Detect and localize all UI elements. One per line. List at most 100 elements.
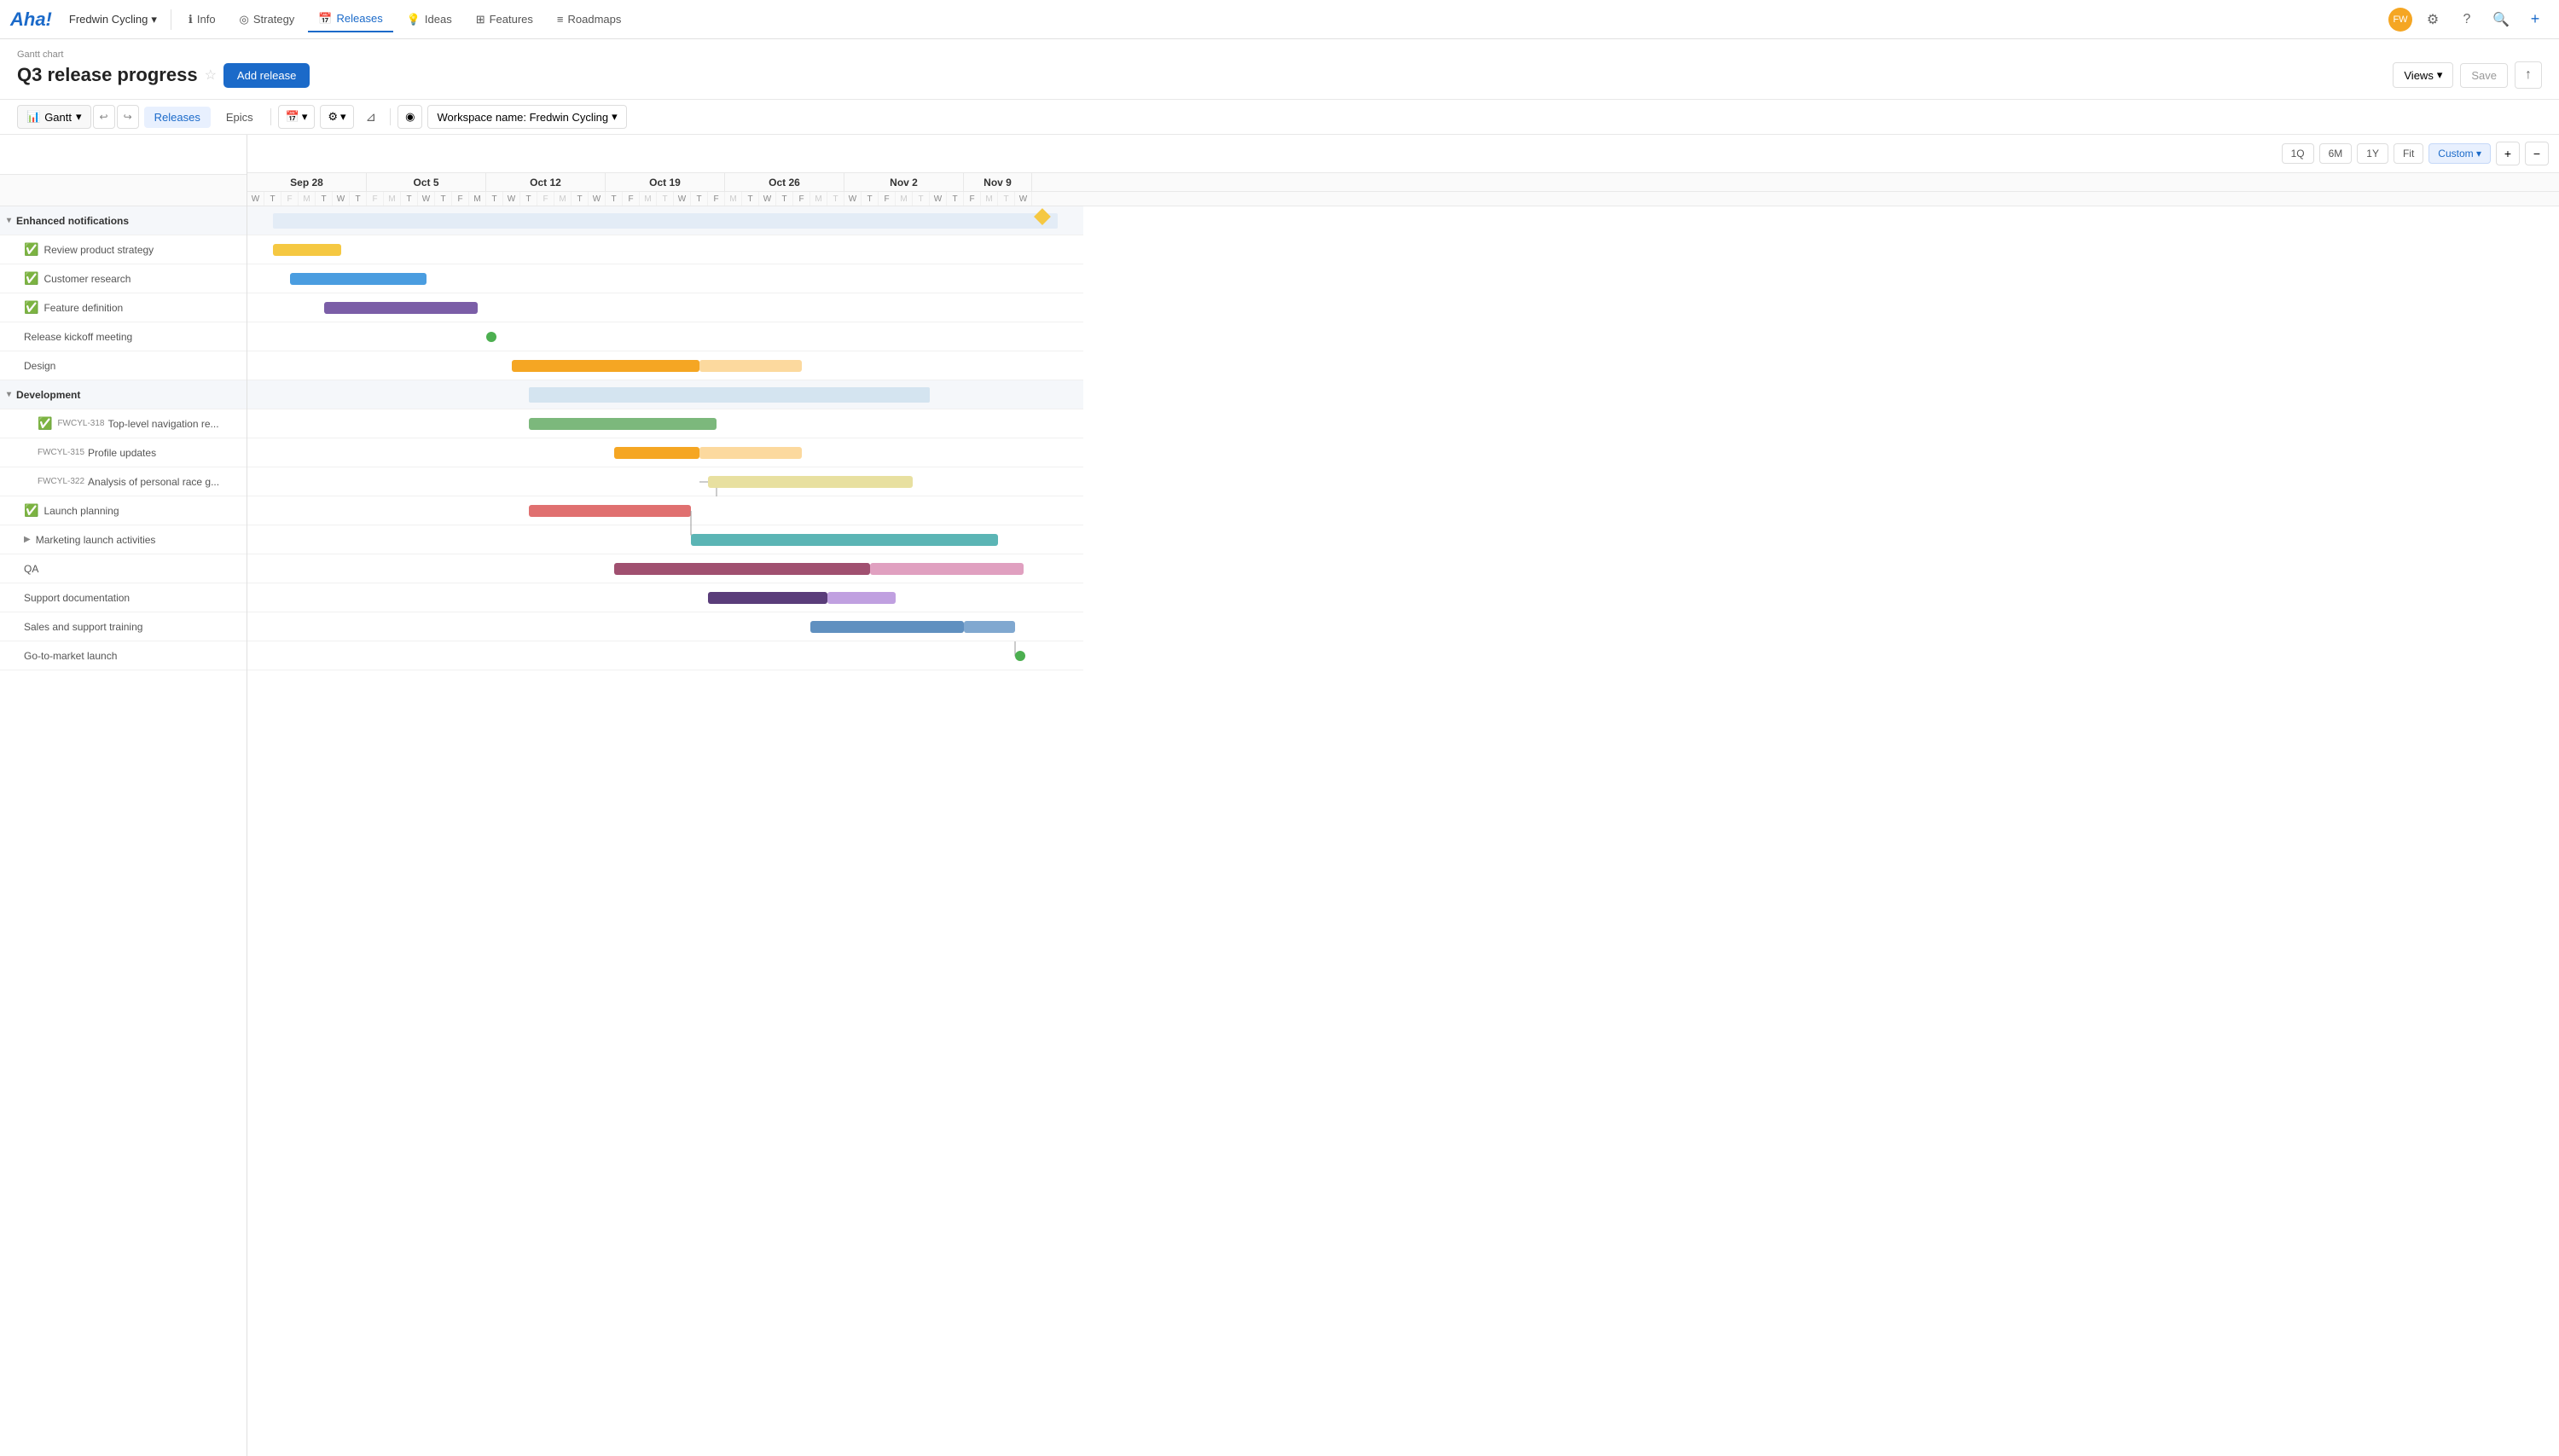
bar-qa-solid[interactable] (614, 563, 870, 575)
bar-review-product-strategy[interactable] (273, 244, 341, 256)
settings-options-button[interactable]: ⚙ ▾ (320, 105, 353, 129)
save-button[interactable]: Save (2460, 63, 2508, 88)
row-launch-planning[interactable]: ✅ Launch planning (0, 496, 247, 525)
epics-tab[interactable]: Epics (216, 107, 264, 128)
row-qa[interactable]: QA (0, 554, 247, 583)
search-icon[interactable]: 🔍 (2487, 6, 2515, 33)
feature-id: FWCYL-322 (38, 477, 84, 486)
milestone-kickoff[interactable] (486, 332, 496, 342)
day-cell: W (418, 192, 435, 206)
bar-fwcyl-315-light[interactable] (699, 447, 802, 459)
bar-design-solid[interactable] (512, 360, 699, 372)
bar-marketing-launch[interactable] (691, 534, 998, 546)
time-6m-button[interactable]: 6M (2319, 143, 2353, 164)
zoom-in-button[interactable]: + (2496, 142, 2520, 165)
row-design[interactable]: Design (0, 351, 247, 380)
releases-tab[interactable]: Releases (144, 107, 211, 128)
row-fwcyl-315[interactable]: FWCYL-315 Profile updates (0, 438, 247, 467)
collapse-icon[interactable]: ▾ (7, 216, 11, 225)
t-row-customer-research (247, 264, 1083, 293)
nav-features[interactable]: ⊞ Features (466, 8, 543, 32)
title-row: Q3 release progress ☆ Add release Views … (17, 61, 2542, 89)
row-review-product-strategy[interactable]: ✅ Review product strategy (0, 235, 247, 264)
collapse-icon[interactable]: ▶ (24, 535, 31, 544)
left-panel: ▾ Enhanced notifications ✅ Review produc… (0, 135, 247, 1456)
t-row-qa (247, 554, 1083, 583)
row-label: Enhanced notifications (16, 215, 240, 227)
nav-releases[interactable]: 📅 Releases (308, 7, 392, 32)
add-icon[interactable]: + (2521, 6, 2549, 33)
calendar-options-button[interactable]: 📅 ▾ (278, 105, 316, 129)
month-nov2: Nov 2 (844, 173, 964, 191)
t-row-support-documentation (247, 583, 1083, 612)
filter-button[interactable]: ⊿ (359, 105, 384, 129)
bar-fwcyl-322[interactable] (708, 476, 913, 488)
nav-strategy[interactable]: ◎ Strategy (229, 8, 305, 32)
row-enhanced-notifications[interactable]: ▾ Enhanced notifications (0, 206, 247, 235)
row-development[interactable]: ▾ Development (0, 380, 247, 409)
export-icon[interactable]: ↑ (2515, 61, 2542, 89)
views-button[interactable]: Views ▾ (2393, 62, 2453, 88)
bar-fwcyl-318[interactable] (529, 418, 717, 430)
avatar[interactable]: FW (2388, 8, 2412, 32)
t-row-sales-support-training (247, 612, 1083, 641)
add-release-button[interactable]: Add release (223, 63, 310, 88)
nav-roadmaps[interactable]: ≡ Roadmaps (547, 8, 631, 31)
bar-sales-training-solid[interactable] (810, 621, 964, 633)
row-customer-research[interactable]: ✅ Customer research (0, 264, 247, 293)
favorite-star-icon[interactable]: ☆ (205, 67, 217, 84)
help-icon[interactable]: ? (2453, 6, 2481, 33)
settings-icon[interactable]: ⚙ (2419, 6, 2446, 33)
day-cell: W (930, 192, 947, 206)
month-oct12: Oct 12 (486, 173, 606, 191)
day-cell: T (947, 192, 964, 206)
bar-qa-light[interactable] (870, 563, 1024, 575)
bar-customer-research[interactable] (290, 273, 426, 285)
time-1q-button[interactable]: 1Q (2282, 143, 2314, 164)
row-fwcyl-322[interactable]: FWCYL-322 Analysis of personal race g... (0, 467, 247, 496)
milestone-go-to-market[interactable] (1015, 651, 1025, 661)
zoom-out-button[interactable]: − (2525, 142, 2549, 165)
day-cell: T (862, 192, 879, 206)
check-icon: ✅ (24, 300, 38, 315)
bar-design-light[interactable] (699, 360, 802, 372)
calendar-small-icon: 📅 (286, 110, 299, 124)
workspace-selector[interactable]: Fredwin Cycling ▾ (62, 9, 164, 30)
day-cell: W (503, 192, 520, 206)
nav-ideas[interactable]: 💡 Ideas (397, 8, 462, 32)
t-row-go-to-market-launch (247, 641, 1083, 670)
bar-launch-planning[interactable] (529, 505, 691, 517)
bar-fwcyl-315-solid[interactable] (614, 447, 699, 459)
time-custom-button[interactable]: Custom ▾ (2428, 143, 2491, 164)
row-label: Support documentation (24, 592, 240, 604)
gantt-view-button[interactable]: 📊 Gantt ▾ (17, 105, 91, 129)
workspace-filter-button[interactable]: Workspace name: Fredwin Cycling ▾ (427, 105, 626, 129)
row-sales-support-training[interactable]: Sales and support training (0, 612, 247, 641)
group-bar-dev (529, 387, 930, 403)
bar-support-doc-light[interactable] (827, 592, 896, 604)
workspace-filter-label: Workspace name: Fredwin Cycling (437, 111, 608, 124)
nav-info[interactable]: ℹ Info (178, 8, 226, 32)
day-cell: M (299, 192, 316, 206)
collapse-icon[interactable]: ▾ (7, 390, 11, 399)
row-marketing-launch-activities[interactable]: ▶ Marketing launch activities (0, 525, 247, 554)
day-cell: T (657, 192, 674, 206)
row-fwcyl-318[interactable]: ✅ FWCYL-318 Top-level navigation re... (0, 409, 247, 438)
chevron-down-icon: ▾ (2437, 68, 2443, 82)
row-go-to-market-launch[interactable]: Go-to-market launch (0, 641, 247, 670)
month-oct26: Oct 26 (725, 173, 844, 191)
time-1y-button[interactable]: 1Y (2357, 143, 2388, 164)
circle-settings-button[interactable]: ◉ (397, 105, 422, 129)
day-cell: T (742, 192, 759, 206)
bar-sales-training-light[interactable] (964, 621, 1015, 633)
bar-feature-definition[interactable] (324, 302, 478, 314)
month-sep28: Sep 28 (247, 173, 367, 191)
row-support-documentation[interactable]: Support documentation (0, 583, 247, 612)
undo-button[interactable]: ↩ (93, 105, 115, 129)
toolbar-separator (270, 108, 271, 125)
row-release-kickoff-meeting[interactable]: Release kickoff meeting (0, 322, 247, 351)
bar-support-doc-solid[interactable] (708, 592, 827, 604)
redo-button[interactable]: ↪ (117, 105, 139, 129)
time-fit-button[interactable]: Fit (2394, 143, 2423, 164)
row-feature-definition[interactable]: ✅ Feature definition (0, 293, 247, 322)
